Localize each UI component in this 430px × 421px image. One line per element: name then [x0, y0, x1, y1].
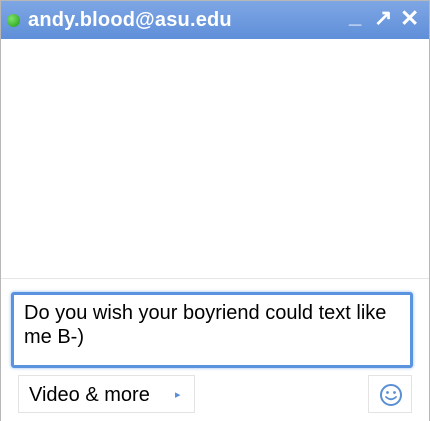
chat-window: andy.blood@asu.edu _ ↗ ✕ Video & more ▸ — [0, 0, 430, 421]
arrow-right-icon: ▸ — [175, 389, 181, 401]
compose-area: Video & more ▸ — [1, 278, 429, 421]
minimize-button[interactable]: _ — [349, 4, 361, 28]
popout-button[interactable]: ↗ — [374, 6, 392, 30]
video-and-more-label: Video & more — [29, 384, 150, 406]
smiley-icon — [380, 384, 402, 406]
chat-title-bar[interactable]: andy.blood@asu.edu _ ↗ ✕ — [1, 1, 429, 39]
online-status-icon — [7, 14, 20, 27]
message-history[interactable] — [1, 39, 429, 277]
contact-name: andy.blood@asu.edu — [28, 9, 232, 31]
close-button[interactable]: ✕ — [400, 6, 419, 30]
emoticon-button[interactable] — [368, 375, 412, 413]
video-and-more-button[interactable]: Video & more ▸ — [18, 375, 195, 413]
message-input[interactable] — [11, 292, 413, 368]
